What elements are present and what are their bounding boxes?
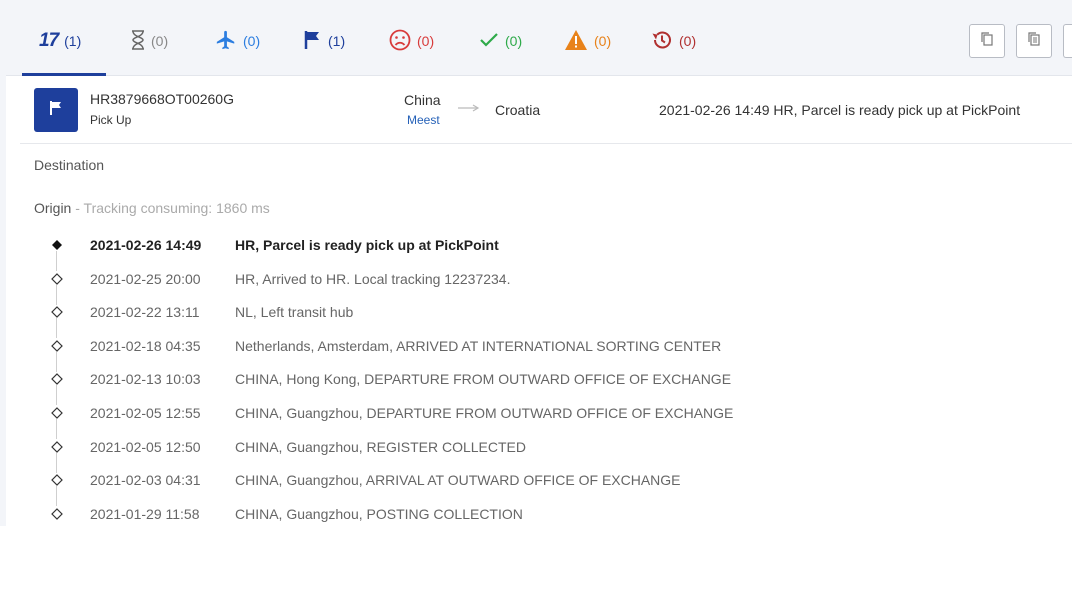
parcel-status: Pick Up	[90, 113, 132, 127]
event-description: CHINA, Guangzhou, REGISTER COLLECTED	[235, 438, 526, 455]
diamond-outline-icon	[51, 372, 63, 386]
tab-count: (1)	[328, 33, 346, 49]
more-button[interactable]	[1063, 24, 1072, 58]
tab-delivered[interactable]: (0)	[479, 26, 522, 56]
event-time: 2021-02-05 12:55	[90, 405, 201, 421]
event-description: HR, Arrived to HR. Local tracking 122372…	[235, 270, 511, 287]
arrow-right-icon	[458, 100, 480, 112]
diamond-outline-icon	[51, 507, 63, 520]
diamond-outline-icon	[51, 473, 63, 487]
diamond-outline-icon	[51, 272, 63, 285]
event-time: 2021-02-13 10:03	[90, 371, 201, 388]
event-description: CHINA, Guangzhou, POSTING COLLECTION	[235, 505, 523, 522]
event-description: NL, Left transit hub	[235, 304, 354, 321]
app-frame: 17 (1) (0) (0) (1) (0) (0) (0) (0) HR387…	[0, 0, 1072, 526]
timeline-event: 2021-02-05 12:55 CHINA, Guangzhou, DEPART…	[6, 396, 1072, 439]
destination-section-label: Destination	[34, 157, 105, 173]
event-description: CHINA, Hong Kong, DEPARTURE FROM OUTWARD…	[235, 371, 732, 388]
flag-icon	[304, 30, 322, 53]
event-time: 2021-02-03 04:31	[90, 472, 201, 489]
event-description: Netherlands, Amsterdam, ARRIVED AT INTER…	[235, 337, 722, 354]
diamond-outline-icon	[51, 339, 63, 352]
diamond-outline-icon	[51, 406, 63, 419]
tab-count: (0)	[594, 33, 612, 49]
tab-in-transit[interactable]: (0)	[215, 26, 260, 56]
flag-icon	[49, 100, 63, 121]
event-time: 2021-02-18 04:35	[90, 337, 201, 354]
copy-all-button[interactable]	[1016, 24, 1052, 58]
sad-face-icon	[389, 29, 411, 54]
tab-count: (0)	[679, 33, 697, 49]
event-description: HR, Parcel is ready pick up at PickPoint	[235, 237, 499, 253]
copy-button[interactable]	[969, 24, 1005, 58]
tracking-consuming-note: - Tracking consuming: 1860 ms	[71, 200, 270, 216]
tab-expired[interactable]: (0)	[651, 26, 696, 56]
event-time: 2021-02-26 14:49	[90, 237, 202, 253]
event-time: 2021-01-29 11:58	[90, 505, 200, 522]
timeline-event: 2021-02-13 10:03 CHINA, Hong Kong, DEPART…	[6, 362, 1072, 406]
tab-count: (0)	[243, 33, 261, 49]
history-icon	[651, 29, 673, 54]
parcel-summary-row[interactable]: HR3879668OT00260G Pick Up China Meest Cr…	[20, 76, 1072, 144]
event-description: CHINA, Guangzhou, DEPARTURE FROM OUTWARD…	[235, 405, 734, 421]
status-flag-badge	[34, 88, 78, 132]
tracking-panel: 17 (1) (0) (0) (1) (0) (0) (0) (0) HR387…	[6, 6, 1072, 526]
timeline-event: 2021-01-29 11:58 CHINA, Guangzhou, POSTIN…	[6, 497, 1072, 531]
tab-pending[interactable]: (0)	[131, 26, 168, 56]
diamond-outline-icon	[51, 305, 63, 319]
tab-alert[interactable]: (0)	[564, 26, 611, 56]
latest-event: 2021-02-26 14:49 HR, Parcel is ready pic…	[659, 102, 1021, 118]
origin-label: Origin	[34, 200, 72, 216]
timeline-event: 2021-02-03 04:31 CHINA, Guangzhou, ARRIVA…	[6, 463, 1072, 507]
tab-exception[interactable]: (0)	[389, 26, 434, 56]
tab-count: (0)	[417, 33, 435, 49]
timeline-event: 2021-02-22 13:11 NL, Left transit hub	[6, 295, 1072, 339]
copy-all-icon	[1027, 31, 1041, 52]
origin-country: China	[404, 92, 441, 108]
event-time: 2021-02-05 12:50	[90, 438, 201, 455]
hourglass-icon	[131, 29, 145, 53]
event-description: CHINA, Guangzhou, ARRIVAL AT OUTWARD OFF…	[235, 472, 681, 489]
event-time: 2021-02-22 13:11	[90, 304, 200, 321]
copy-icon	[980, 31, 994, 52]
timeline-event: 2021-02-18 04:35 Netherlands, Amsterdam, …	[6, 329, 1072, 372]
tab-count: (1)	[64, 33, 82, 49]
tab-count: (0)	[151, 33, 169, 49]
tab-all[interactable]: 17 (1)	[39, 26, 81, 56]
check-icon	[479, 30, 499, 53]
diamond-outline-icon	[51, 440, 63, 453]
carrier-link[interactable]: Meest	[407, 113, 440, 127]
17track-logo: 17	[39, 30, 59, 51]
event-time: 2021-02-25 20:00	[90, 270, 201, 287]
tab-pickup[interactable]: (1)	[304, 26, 345, 56]
timeline-event: 2021-02-25 20:00 HR, Arrived to HR. Local…	[6, 262, 1072, 305]
timeline-event: 2021-02-05 12:50 CHINA, Guangzhou, REGIST…	[6, 430, 1072, 473]
timeline-event: 2021-02-26 14:49 HR, Parcel is ready pick…	[6, 228, 1072, 271]
tracking-number: HR3879668OT00260G	[90, 91, 234, 107]
origin-section-label: Origin - Tracking consuming: 1860 ms	[34, 200, 270, 216]
tab-count: (0)	[505, 33, 523, 49]
warning-icon	[564, 29, 588, 54]
diamond-filled-icon	[51, 238, 63, 250]
status-tab-bar: 17 (1) (0) (0) (1) (0) (0) (0) (0)	[6, 6, 1072, 76]
airplane-icon	[215, 29, 237, 54]
destination-country: Croatia	[495, 102, 541, 118]
